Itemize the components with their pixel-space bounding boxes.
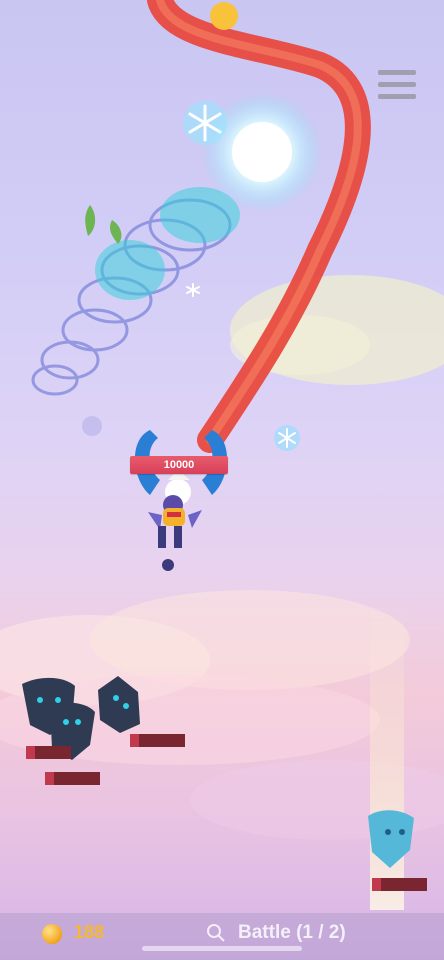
battle-progress-label: Battle (1 / 2): [238, 922, 346, 943]
leaf: [85, 205, 96, 236]
enemy-hp-bar: [26, 746, 71, 759]
home-indicator[interactable]: [142, 946, 302, 951]
player-character: [134, 430, 228, 571]
enemy-hp-bar: [45, 772, 100, 785]
game-scene: [0, 0, 444, 910]
player-hp-bar: 10000: [130, 456, 228, 474]
coin-icon: [42, 924, 62, 944]
coin-count: 188: [74, 922, 105, 942]
dragon-head-glow: [210, 2, 238, 30]
hamburger-menu-icon: [378, 70, 416, 75]
player-hp-value: 10000: [163, 459, 195, 471]
snowflake-icon: [183, 101, 227, 145]
search-icon[interactable]: [206, 923, 226, 943]
enemy-hp-bar: [130, 734, 185, 747]
menu-button[interactable]: [378, 70, 416, 104]
enemy-hp-bar: [372, 878, 427, 891]
leaf: [110, 220, 122, 244]
